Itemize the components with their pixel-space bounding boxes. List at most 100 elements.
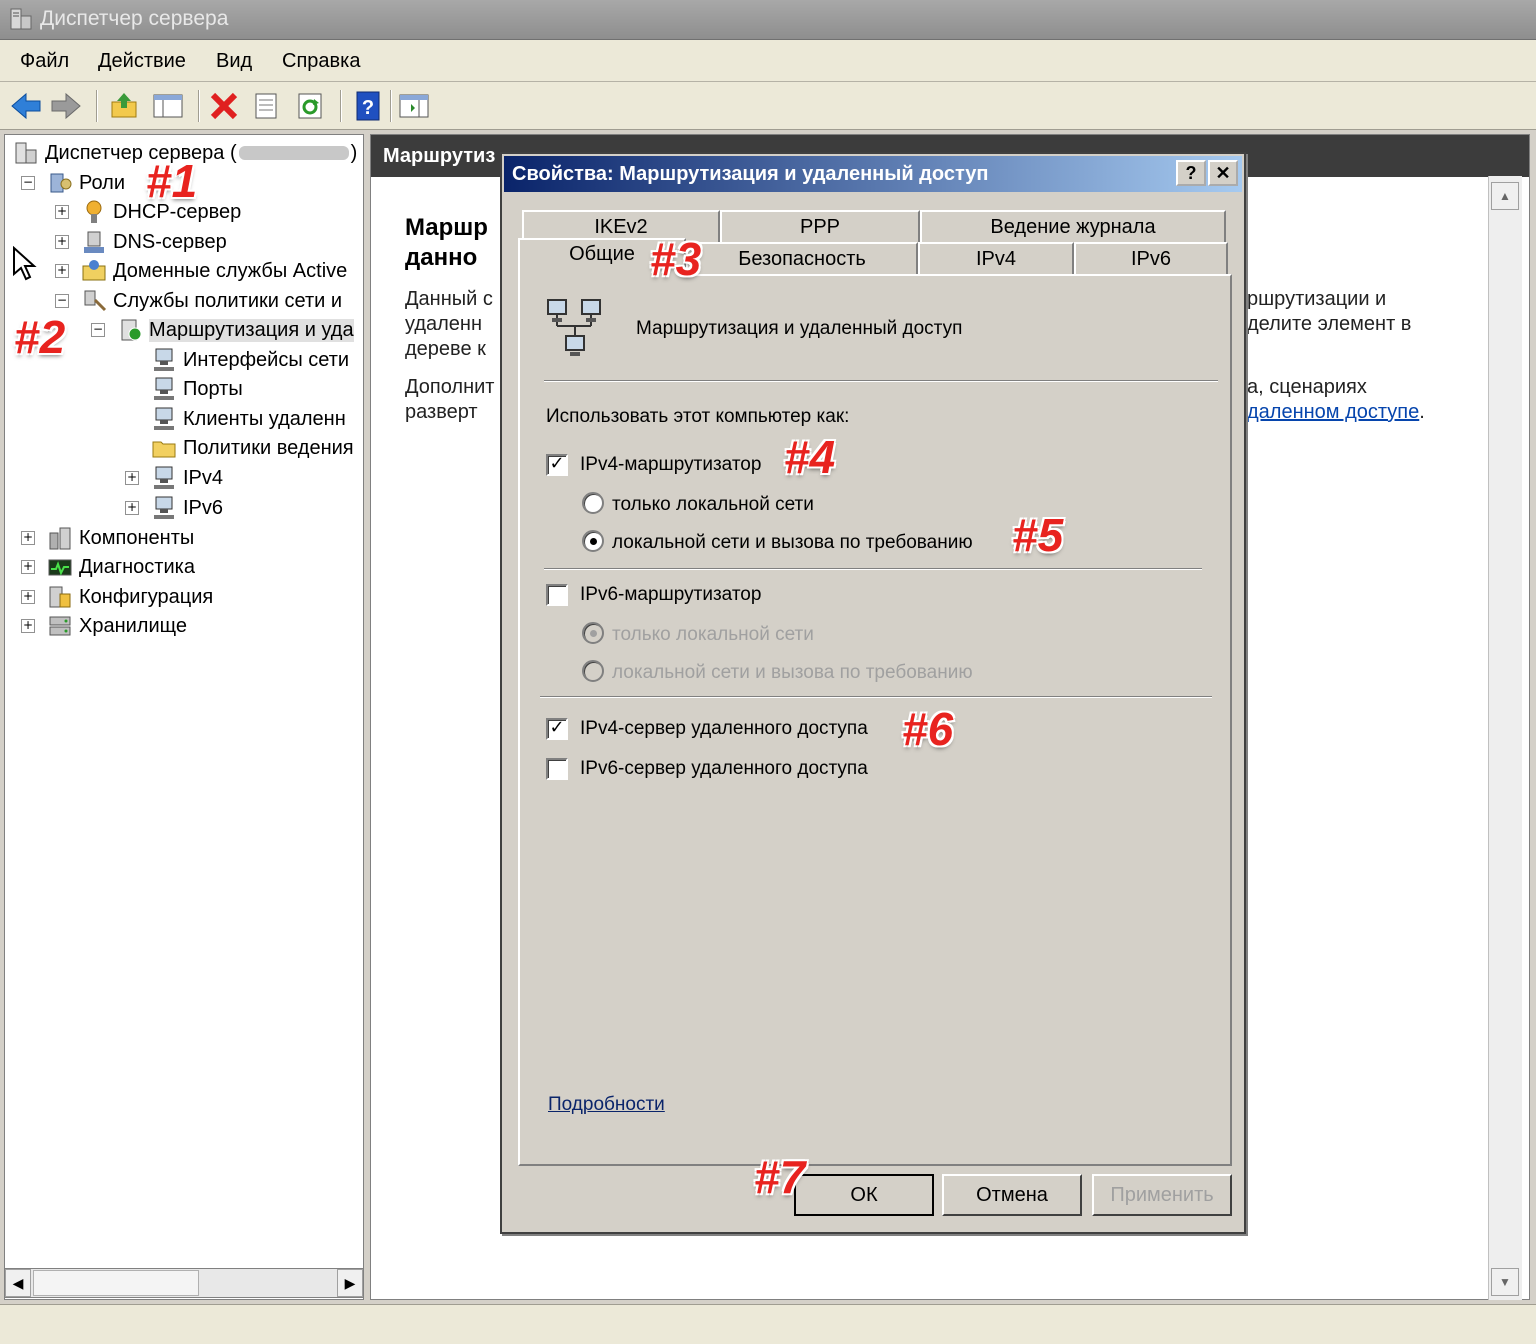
console-tree: Диспетчер сервера () − Роли + DHCP-серве… (4, 134, 364, 1300)
ipv6-lan-demand-label: локальной сети и вызова по требованию (612, 662, 973, 683)
expander-diagnostics[interactable]: + (21, 560, 35, 574)
tree-item-logging[interactable]: Политики ведения (151, 434, 354, 462)
tree-item-ports[interactable]: Порты (151, 375, 243, 403)
dialog-titlebar: Свойства: Маршрутизация и удаленный дост… (504, 156, 1242, 192)
tree-item-ipv6[interactable]: IPv6 (151, 494, 223, 522)
expander-rras[interactable]: − (91, 323, 105, 337)
ipv4-lan-demand-label: локальной сети и вызова по требованию (612, 532, 973, 553)
features-icon (49, 527, 71, 550)
menu-help[interactable]: Справка (282, 50, 360, 73)
expander-ad[interactable]: + (55, 264, 69, 278)
tree-item-interfaces[interactable]: Интерфейсы сети (151, 346, 349, 374)
tree-item-ipv4[interactable]: IPv4 (151, 464, 223, 492)
annotation-1: #1 (146, 155, 198, 207)
ipv4-lan-only-radio[interactable] (582, 492, 604, 514)
separator (544, 568, 1202, 570)
status-bar (0, 1304, 1536, 1344)
menu-file[interactable]: Файл (20, 50, 69, 73)
menu-view[interactable]: Вид (216, 50, 252, 73)
network-computer-icon (154, 377, 174, 400)
close-button[interactable]: ✕ (1208, 160, 1238, 186)
action-pane-icon[interactable] (396, 88, 432, 124)
network-computer-icon (154, 348, 174, 371)
ipv4-ras-checkbox[interactable]: ✓ (546, 718, 568, 740)
properties-icon[interactable] (248, 88, 284, 124)
remote-access-link[interactable]: даленном доступе (1247, 401, 1419, 423)
tab-ppp[interactable]: PPP (720, 210, 920, 242)
refresh-icon[interactable] (292, 88, 328, 124)
network-policy-icon (84, 290, 107, 312)
expander-dhcp[interactable]: + (55, 205, 69, 219)
expander-ipv4[interactable]: + (125, 471, 139, 485)
tab-ipv6[interactable]: IPv6 (1074, 242, 1228, 274)
server-manager-icon (10, 8, 32, 30)
ipv4-router-checkbox[interactable]: ✓ (546, 454, 568, 476)
tree-item-rras[interactable]: Маршрутизация и уда (117, 316, 354, 344)
expander-configuration[interactable]: + (21, 590, 35, 604)
expander-nps[interactable]: − (55, 294, 69, 308)
apply-button[interactable]: Применить (1092, 1174, 1232, 1216)
dhcp-icon (86, 200, 102, 223)
ok-button[interactable]: ОК (794, 1174, 934, 1216)
tree-item-configuration[interactable]: Конфигурация (47, 583, 213, 611)
annotation-6: #6 (902, 703, 954, 755)
tree-item-dns[interactable]: DNS-сервер (81, 228, 227, 256)
ipv6-router-checkbox[interactable] (546, 584, 568, 606)
scroll-down-icon[interactable]: ▼ (1491, 1268, 1519, 1296)
expander-roles[interactable]: − (21, 176, 35, 190)
window-titlebar: Диспетчер сервера (0, 0, 1536, 40)
scroll-up-icon[interactable]: ▲ (1491, 182, 1519, 210)
tree-item-features[interactable]: Компоненты (47, 524, 194, 552)
help-button[interactable]: ? (1176, 160, 1206, 186)
diagnostics-icon (48, 559, 72, 576)
folder-icon (152, 441, 176, 458)
ipv6-ras-checkbox[interactable] (546, 758, 568, 780)
server-manager-icon (15, 142, 37, 164)
details-title: Маршр данно (405, 214, 488, 271)
up-folder-icon[interactable] (106, 88, 142, 124)
properties-dialog: Свойства: Маршрутизация и удаленный дост… (500, 152, 1246, 1234)
scroll-right-icon[interactable]: ▶ (337, 1269, 363, 1297)
forward-arrow-icon[interactable] (48, 88, 84, 124)
tree-item-ad[interactable]: Доменные службы Active (81, 257, 347, 285)
roles-icon (50, 173, 72, 193)
details-link[interactable]: Подробности (548, 1094, 665, 1116)
toolbar: ? (0, 82, 1536, 130)
ipv6-lan-only-radio[interactable] (582, 622, 604, 644)
scroll-thumb[interactable] (33, 1270, 199, 1296)
help-icon[interactable]: ? (350, 88, 386, 124)
svg-text:?: ? (362, 97, 374, 119)
separator (544, 380, 1218, 382)
tree-item-storage[interactable]: Хранилище (47, 612, 187, 640)
tab-logging[interactable]: Ведение журнала (920, 210, 1226, 242)
expander-dns[interactable]: + (55, 235, 69, 249)
tab-security[interactable]: Безопасность (686, 242, 918, 274)
back-arrow-icon[interactable] (8, 88, 44, 124)
tree-item-roles[interactable]: Роли (47, 169, 125, 197)
tree-horizontal-scrollbar[interactable]: ◀ ▶ (4, 1268, 364, 1298)
window-title: Диспетчер сервера (40, 7, 229, 30)
tab-ipv4[interactable]: IPv4 (918, 242, 1074, 274)
expander-storage[interactable]: + (21, 619, 35, 633)
menu-action[interactable]: Действие (98, 50, 186, 73)
ipv4-lan-demand-radio[interactable] (582, 530, 604, 552)
ipv6-lan-demand-radio[interactable] (582, 660, 604, 682)
annotation-7: #7 (754, 1151, 806, 1203)
dns-icon (84, 231, 104, 253)
scroll-left-icon[interactable]: ◀ (5, 1269, 31, 1297)
storage-icon (49, 616, 71, 636)
tree-item-diagnostics[interactable]: Диагностика (47, 553, 195, 581)
tree-item-nps[interactable]: Службы политики сети и (81, 287, 342, 315)
expander-features[interactable]: + (21, 531, 35, 545)
configuration-icon (49, 586, 71, 608)
expander-ipv6[interactable]: + (125, 501, 139, 515)
network-computer-icon (154, 496, 174, 519)
active-directory-icon (82, 260, 106, 281)
delete-icon[interactable] (206, 88, 242, 124)
tree-item-clients[interactable]: Клиенты удаленн (151, 405, 346, 433)
rras-server-icon (121, 319, 142, 341)
details-vertical-scrollbar[interactable]: ▲ ▼ (1488, 176, 1522, 1300)
cancel-button[interactable]: Отмена (942, 1174, 1082, 1216)
ipv4-router-label: IPv4-маршрутизатор (580, 454, 762, 475)
show-hide-tree-icon[interactable] (150, 88, 186, 124)
